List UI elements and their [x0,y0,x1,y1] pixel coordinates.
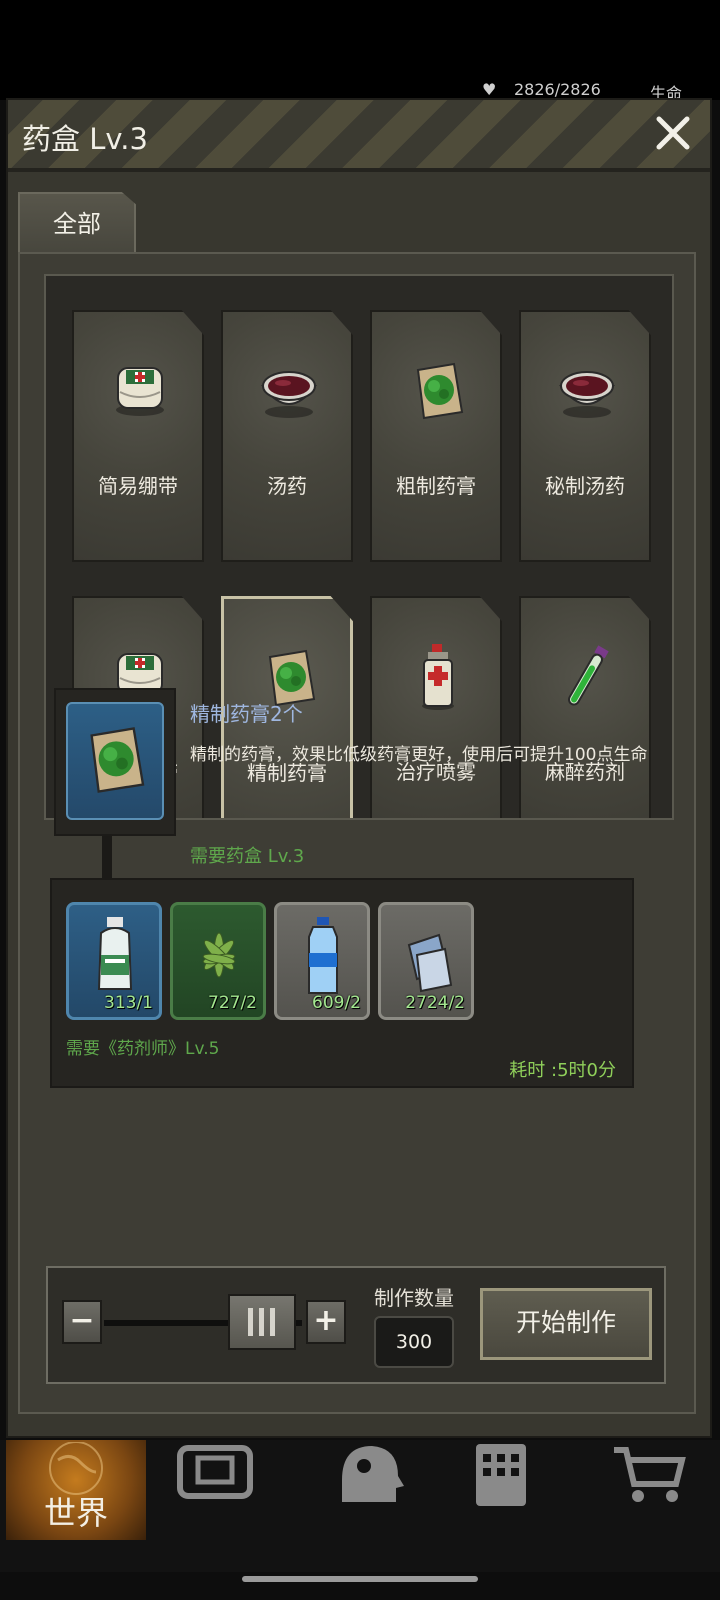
water-bottle-icon [295,915,351,997]
quantity-field[interactable]: 300 [374,1316,454,1368]
craft-controls: − + 制作数量 300 开始制作 [46,1266,666,1384]
home-indicator[interactable] [242,1576,478,1582]
tab-all-label: 全部 [53,210,101,238]
medicine-bottle-icon [87,915,143,997]
soup-bowl-icon [259,356,319,426]
recipe-card-healing-spray[interactable]: 治疗喷雾 [370,596,502,818]
recipe-card-anesthetic[interactable]: 麻醉药剂 [519,596,651,818]
recipe-label: 秘制汤药 [545,474,625,498]
nav-world[interactable]: 世界 [6,1440,146,1540]
top-status-bar: ♥ 2826/2826 生命 [0,0,720,103]
required-skill: 需要《药剂师》Lv.5 [66,1039,220,1059]
recipe-label: 简易绷带 [98,474,178,498]
materials-panel: 313/1 727/2 609/2 2724/2 需要《药剂师》Lv.5 耗时 … [50,878,634,1088]
bottom-nav: 世界 [0,1440,720,1572]
backpack-icon[interactable] [150,1440,290,1540]
selected-item-slot [66,702,164,820]
recipe-card-crude-ointment[interactable]: 粗制药膏 [370,310,502,562]
quantity-slider-handle[interactable] [228,1294,296,1350]
tab-all[interactable]: 全部 [18,192,136,254]
material-count: 313/1 [104,993,153,1013]
increase-button[interactable]: + [306,1300,346,1344]
window-title: 药盒 Lv.3 [22,122,148,156]
material-slot[interactable]: 313/1 [66,902,162,1020]
recipe-label: 粗制药膏 [396,474,476,498]
test-tube-icon [557,642,617,712]
window-titlebar: 药盒 Lv.3 [8,100,710,172]
material-count: 2724/2 [405,993,465,1013]
material-count: 727/2 [208,993,257,1013]
material-slot[interactable]: 609/2 [274,902,370,1020]
selected-item-frame [54,688,176,836]
decrease-button[interactable]: − [62,1300,102,1344]
cloth-icon [399,915,455,997]
calculator-icon[interactable] [438,1440,578,1540]
recipe-card-decoction[interactable]: 汤药 [221,310,353,562]
bandage-icon [110,356,170,426]
cart-icon[interactable] [584,1440,720,1540]
ointment-icon [80,718,150,802]
connector-line [102,836,112,882]
soup-bowl-icon [557,356,617,426]
material-slot[interactable]: 2724/2 [378,902,474,1020]
recipe-card-simple-bandage[interactable]: 简易绷带 [72,310,204,562]
craft-time: 耗时 :5时0分 [509,1060,616,1081]
close-icon[interactable] [650,110,696,156]
hp-value: 2826/2826 [514,80,601,99]
nav-world-label: 世界 [43,1494,108,1532]
material-count: 609/2 [312,993,361,1013]
material-slot[interactable]: 727/2 [170,902,266,1020]
ointment-icon [408,356,468,426]
head-gear-icon[interactable] [294,1440,434,1540]
item-name: 精制药膏2个 [190,702,303,726]
item-description: 精制的药膏，效果比低级药膏更好，使用后可提升100点生命 [190,745,648,765]
herb-leaf-icon [191,915,247,997]
recipe-card-secret-decoction[interactable]: 秘制汤药 [519,310,651,562]
start-craft-button[interactable]: 开始制作 [480,1288,652,1360]
spray-icon [408,642,468,712]
quantity-label: 制作数量 [374,1286,454,1310]
required-level: 需要药盒 Lv.3 [190,846,305,867]
hp-icon: ♥ [482,80,497,99]
recipe-label: 汤药 [267,474,307,498]
